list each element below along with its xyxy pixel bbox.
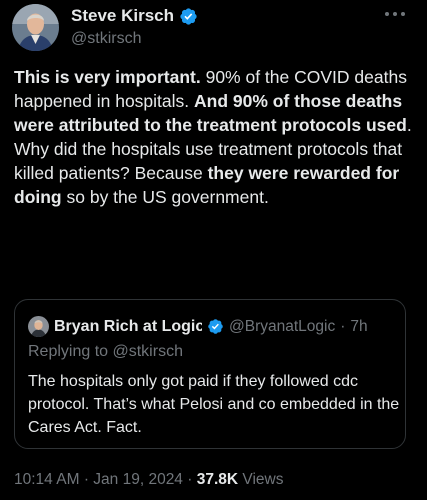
author-avatar-image bbox=[12, 4, 59, 51]
tweet-date[interactable]: Jan 19, 2024 bbox=[93, 471, 183, 488]
quote-author-handle[interactable]: @BryanatLogic bbox=[229, 318, 335, 336]
quote-timestamp[interactable]: 7h bbox=[350, 318, 367, 336]
tweet-text-segment: so by the US government. bbox=[61, 187, 269, 207]
author-display-name[interactable]: Steve Kirsch bbox=[71, 6, 174, 26]
quote-text: The hospitals only got paid if they foll… bbox=[28, 373, 400, 436]
author-avatar[interactable] bbox=[12, 4, 59, 51]
tweet[interactable]: Steve Kirsch @stkirsch This is very impo… bbox=[0, 0, 427, 500]
more-options-icon[interactable] bbox=[383, 8, 407, 20]
author-handle[interactable]: @stkirsch bbox=[71, 30, 198, 48]
quote-replying-to: Replying to @stkirsch bbox=[28, 343, 183, 360]
verified-badge-icon bbox=[208, 319, 223, 334]
quote-author-avatar[interactable] bbox=[28, 316, 49, 337]
quote-author-display-name[interactable]: Bryan Rich at Logic bbox=[54, 318, 202, 336]
quote-separator: · bbox=[340, 317, 346, 335]
tweet-text: This is very important. 90% of the COVID… bbox=[14, 65, 414, 209]
views-count[interactable]: 37.8K bbox=[197, 471, 238, 488]
quote-author-avatar-image bbox=[28, 316, 49, 337]
tweet-meta: 10:14 AM · Jan 19, 2024 · 37.8K Views bbox=[14, 471, 284, 489]
tweet-text-segment: This is very important. bbox=[14, 67, 201, 87]
meta-separator: · bbox=[187, 471, 193, 488]
quoted-tweet[interactable]: Bryan Rich at Logic @BryanatLogic · 7h R… bbox=[14, 299, 406, 449]
views-label: Views bbox=[242, 471, 284, 488]
verified-badge-icon bbox=[180, 7, 197, 25]
tweet-time[interactable]: 10:14 AM bbox=[14, 471, 80, 488]
meta-separator: · bbox=[83, 471, 89, 488]
